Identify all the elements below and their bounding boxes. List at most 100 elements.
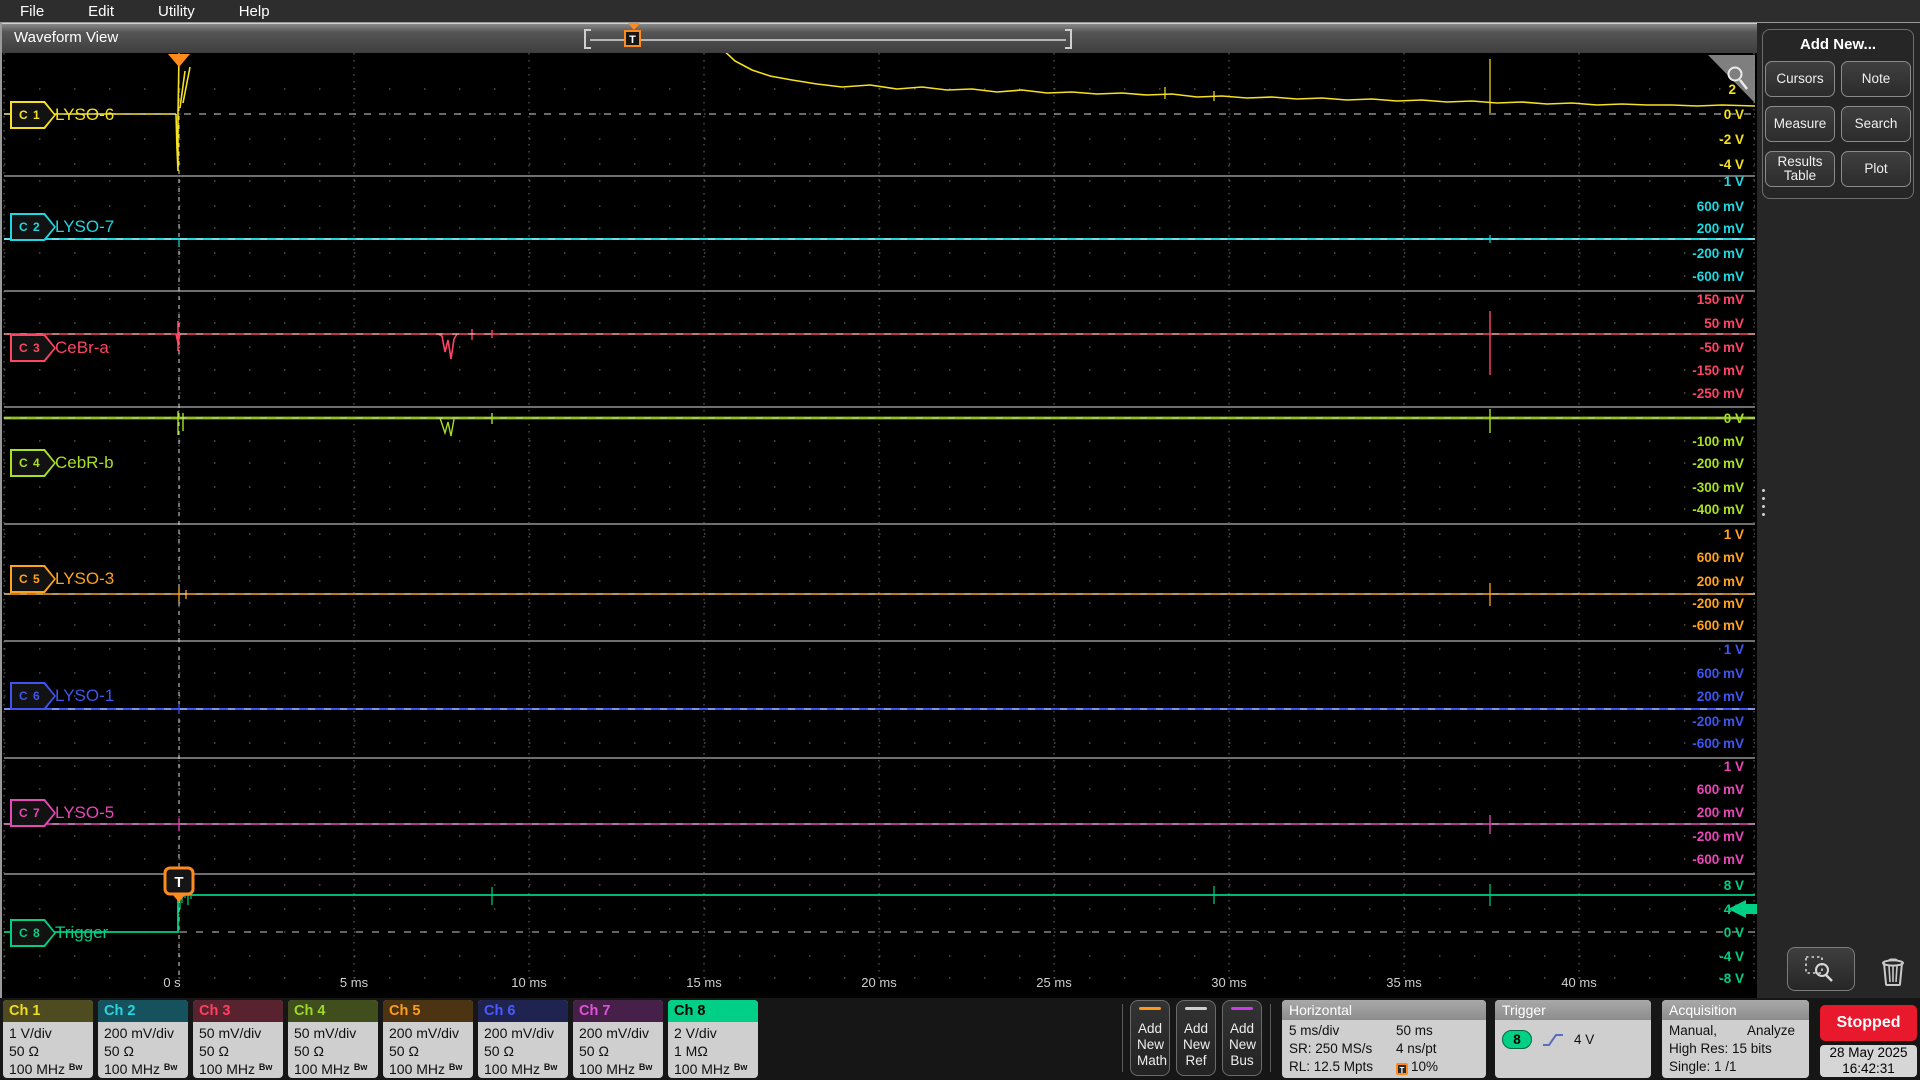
- ch6-badge-title: Ch 6: [484, 1003, 516, 1019]
- zoom-box-icon: [1805, 956, 1833, 982]
- position-line: [590, 39, 1066, 41]
- ch6-label[interactable]: LYSO-1: [55, 685, 114, 707]
- waveform-view-header: Waveform View T: [2, 23, 1757, 53]
- panel-splitter-handle[interactable]: [1759, 489, 1767, 529]
- ch6-settings-badge[interactable]: Ch 6 200 mV/div 50 Ω 100 MHz Bw: [478, 1000, 568, 1078]
- svg-text:-250 mV: -250 mV: [1692, 386, 1744, 401]
- ch2-badge-title: Ch 2: [104, 1003, 136, 1019]
- trigger-panel-title: Trigger: [1495, 1000, 1651, 1020]
- add-new-bus-button[interactable]: Add New Bus: [1222, 1000, 1262, 1076]
- svg-text:1 V: 1 V: [1724, 759, 1744, 774]
- add-cursors-button[interactable]: Cursors: [1765, 61, 1835, 97]
- svg-text:-600 mV: -600 mV: [1692, 852, 1744, 867]
- svg-text:-200 mV: -200 mV: [1692, 456, 1744, 471]
- menu-help[interactable]: Help: [239, 3, 270, 20]
- zoom-box-button[interactable]: [1787, 947, 1855, 991]
- add-new-ref-button[interactable]: Add New Ref: [1176, 1000, 1216, 1076]
- acquisition-panel[interactable]: Acquisition Manual, Analyze High Res: 15 …: [1662, 1000, 1809, 1078]
- channel-separators: [4, 175, 1755, 875]
- svg-text:-200 mV: -200 mV: [1692, 596, 1744, 611]
- ch2-settings-badge[interactable]: Ch 2 200 mV/div 50 Ω 100 MHz Bw: [98, 1000, 188, 1078]
- rising-edge-icon: [1543, 1033, 1563, 1046]
- trace-ch2: [4, 235, 1755, 247]
- graticule: T 2 0 V -2 V -4 V 1 V 600 mV 200 mV -200…: [2, 53, 1757, 999]
- trash-icon[interactable]: [1873, 951, 1913, 991]
- date-label: 28 May 2025: [1829, 1045, 1908, 1060]
- trigger-position-marker[interactable]: T: [624, 23, 641, 47]
- divider: [1122, 1004, 1123, 1072]
- ch3-settings-badge[interactable]: Ch 3 50 mV/div 50 Ω 100 MHz Bw: [193, 1000, 283, 1078]
- ch2-label[interactable]: LYSO-7: [55, 216, 114, 238]
- scale-labels-ch6: 1 V 600 mV 200 mV -200 mV -600 mV: [1692, 642, 1744, 751]
- menu-bar: File Edit Utility Help: [0, 0, 1920, 22]
- menu-file[interactable]: File: [20, 3, 44, 20]
- svg-text:35 ms: 35 ms: [1386, 975, 1422, 990]
- menu-edit[interactable]: Edit: [88, 3, 114, 20]
- add-new-math-button[interactable]: Add New Math: [1130, 1000, 1170, 1076]
- svg-text:-8 V: -8 V: [1719, 971, 1744, 986]
- horizontal-panel[interactable]: Horizontal 5 ms/div 50 ms SR: 250 MS/s 4 n…: [1282, 1000, 1486, 1078]
- position-bracket-right: [1065, 29, 1072, 49]
- waveform-view-panel: Waveform View T T 2 0 V -2 V -4 V 1 V 60…: [0, 22, 1757, 999]
- trace-ch1: [4, 53, 1756, 172]
- ch8-settings-badge[interactable]: Ch 8 2 V/div 1 MΩ 100 MHz Bw: [668, 1000, 758, 1078]
- acquisition-panel-title: Acquisition: [1662, 1000, 1809, 1020]
- run-stop-status[interactable]: Stopped: [1820, 1005, 1917, 1041]
- ch8-badge-title: Ch 8: [674, 1003, 706, 1019]
- svg-text:600 mV: 600 mV: [1697, 199, 1744, 214]
- ch4-label[interactable]: CebR-b: [55, 452, 114, 474]
- svg-text:1 V: 1 V: [1724, 527, 1744, 542]
- svg-text:200 mV: 200 mV: [1697, 805, 1744, 820]
- svg-text:1 V: 1 V: [1724, 642, 1744, 657]
- horizontal-position-indicator[interactable]: T: [584, 23, 1072, 51]
- trigger-level-value: 4 V: [1574, 1031, 1595, 1047]
- ch1-badge-title: Ch 1: [9, 1003, 41, 1019]
- svg-text:-600 mV: -600 mV: [1692, 618, 1744, 633]
- svg-text:-2 V: -2 V: [1719, 132, 1744, 147]
- svg-text:50 mV: 50 mV: [1704, 316, 1744, 331]
- divider: [1270, 1004, 1271, 1072]
- ch4-badge-title: Ch 4: [294, 1003, 326, 1019]
- svg-text:5 ms: 5 ms: [340, 975, 369, 990]
- add-measure-button[interactable]: Measure: [1765, 106, 1835, 142]
- svg-text:2: 2: [1728, 82, 1736, 97]
- ch7-settings-badge[interactable]: Ch 7 200 mV/div 50 Ω 100 MHz Bw: [573, 1000, 663, 1078]
- add-note-button[interactable]: Note: [1841, 61, 1911, 97]
- ch1-settings-badge[interactable]: Ch 1 1 V/div 50 Ω 100 MHz Bw: [3, 1000, 93, 1078]
- ch1-label[interactable]: LYSO-6: [55, 104, 114, 126]
- svg-text:1 V: 1 V: [1724, 174, 1744, 189]
- add-search-button[interactable]: Search: [1841, 106, 1911, 142]
- ch8-label[interactable]: Trigger: [55, 922, 108, 944]
- svg-text:T: T: [174, 874, 183, 891]
- trigger-source-badge: 8: [1502, 1030, 1532, 1049]
- scale-labels-ch7: 1 V 600 mV 200 mV -200 mV -600 mV: [1692, 759, 1744, 867]
- datetime-box: 28 May 2025 16:42:31: [1820, 1045, 1917, 1077]
- add-new-title: Add New...: [1799, 36, 1877, 53]
- menu-utility[interactable]: Utility: [158, 3, 195, 20]
- svg-text:-400 mV: -400 mV: [1692, 502, 1744, 517]
- svg-text:600 mV: 600 mV: [1697, 550, 1744, 565]
- ch7-badge-title: Ch 7: [579, 1003, 611, 1019]
- ch3-label[interactable]: CeBr-a: [55, 337, 109, 359]
- add-results-table-button[interactable]: Results Table: [1765, 151, 1835, 187]
- svg-text:200 mV: 200 mV: [1697, 689, 1744, 704]
- svg-text:-4 V: -4 V: [1719, 157, 1744, 172]
- add-plot-button[interactable]: Plot: [1841, 151, 1911, 187]
- svg-text:25 ms: 25 ms: [1036, 975, 1072, 990]
- ch4-settings-badge[interactable]: Ch 4 50 mV/div 50 Ω 100 MHz Bw: [288, 1000, 378, 1078]
- ch5-label[interactable]: LYSO-3: [55, 568, 114, 590]
- x-axis-labels: 0 s 5 ms 10 ms 15 ms 20 ms 25 ms 30 ms 3…: [163, 975, 1597, 990]
- svg-text:200 mV: 200 mV: [1697, 221, 1744, 236]
- svg-text:40 ms: 40 ms: [1561, 975, 1597, 990]
- svg-text:600 mV: 600 mV: [1697, 666, 1744, 681]
- trigger-time-badge[interactable]: T: [163, 866, 195, 902]
- svg-text:0 V: 0 V: [1724, 411, 1744, 426]
- ch7-label[interactable]: LYSO-5: [55, 802, 114, 824]
- ch5-settings-badge[interactable]: Ch 5 200 mV/div 50 Ω 100 MHz Bw: [383, 1000, 473, 1078]
- scale-labels-ch4: 0 V -100 mV -200 mV -300 mV -400 mV: [1692, 411, 1744, 517]
- trigger-position-triangle[interactable]: [168, 54, 190, 67]
- waveform-view-tab[interactable]: Waveform View: [14, 29, 118, 46]
- waveform-svg: T 2 0 V -2 V -4 V 1 V 600 mV 200 mV -200…: [3, 53, 1757, 990]
- trigger-panel[interactable]: Trigger 8 4 V: [1495, 1000, 1651, 1078]
- ch3-badge-title: Ch 3: [199, 1003, 231, 1019]
